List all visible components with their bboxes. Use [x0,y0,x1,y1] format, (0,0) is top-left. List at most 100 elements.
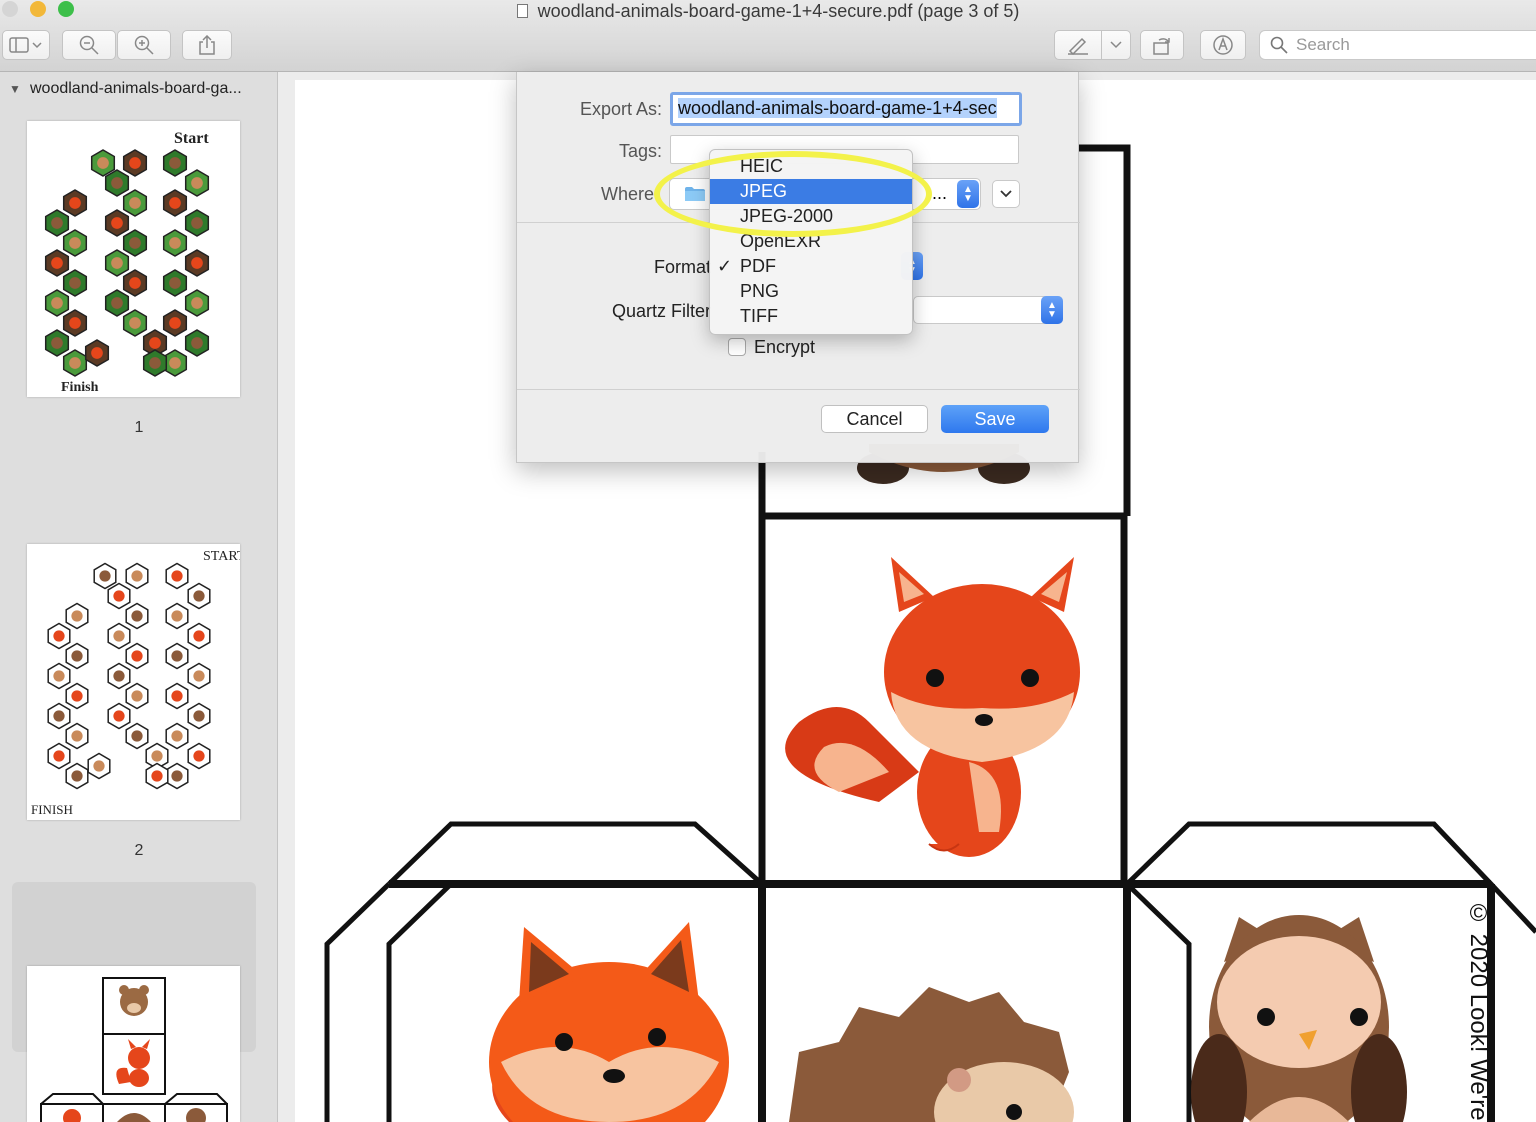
owl-illustration [1191,915,1407,1122]
board-animal-token [97,157,109,169]
thumb1-start-label: Start [174,130,209,147]
window-title: woodland-animals-board-game-1+4-secure.p… [0,1,1536,22]
rotate-icon [1153,38,1170,55]
disclosure-triangle-icon[interactable]: ▼ [0,82,30,96]
format-label: Format [653,257,711,277]
board-animal-token [169,357,181,369]
export-as-field[interactable]: woodland-animals-board-game-1+4-sec [670,92,1022,126]
board-animal-token [69,317,81,329]
board-animal-token [131,690,143,702]
board-animal-token [51,217,63,229]
sidebar-document-name: woodland-animals-board-ga... [30,80,242,97]
rotate-button[interactable] [1140,30,1184,60]
pdf-document-icon [516,4,528,18]
board-animal-token [191,217,203,229]
where-value: ... [932,183,948,203]
board-animal-token [193,710,205,722]
share-icon [199,35,215,55]
zoom-in-icon [134,35,154,55]
where-expand-button[interactable] [992,180,1020,208]
toolbar: woodland-animals-board-game-1+4-secure.p… [0,0,1536,72]
page-number-1: 1 [134,419,144,436]
board-animal-token [171,570,183,582]
encrypt-label: Encrypt [754,337,816,357]
board-animal-token [69,197,81,209]
board-animal-token [129,197,141,209]
page-thumbnail-1[interactable]: Start Finish [27,121,240,397]
preview-window: woodland-animals-board-game-1+4-secure.p… [0,0,1536,1122]
board-animal-token [71,730,83,742]
menu-item-tiff[interactable]: TIFF [710,304,912,329]
board-animal-token [53,750,65,762]
markup-button[interactable] [1054,30,1102,60]
board-animal-token [51,297,63,309]
thumb2-finish-label: FINISH [31,802,73,817]
page-thumbnail-2[interactable]: START FINISH [27,544,240,820]
board-animal-token [169,157,181,169]
board-animal-token [191,337,203,349]
encrypt-checkbox[interactable] [728,338,746,356]
chevron-down-icon: ▼ [963,193,973,204]
board-animal-token [193,590,205,602]
board-animal-token [171,730,183,742]
annotate-button[interactable] [1200,30,1246,60]
squirrel-illustration [785,557,1080,857]
board-animal-token [69,237,81,249]
menu-item-png[interactable]: PNG [710,279,912,304]
page-thumbnail-3[interactable] [27,966,240,1122]
board-animal-token [69,357,81,369]
board-animal-token [129,237,141,249]
board-animal-token [193,670,205,682]
board-animal-token [51,337,63,349]
export-as-label: Export As: [579,99,662,119]
menu-item-pdf[interactable]: ✓ PDF [710,254,912,279]
sidebar-toggle-button[interactable] [2,30,50,60]
board-animal-token [111,217,123,229]
share-button[interactable] [182,30,232,60]
board-animal-token [151,770,163,782]
search-field[interactable]: Search [1259,30,1536,60]
board-animal-token [111,177,123,189]
board-animal-token [71,610,83,622]
chevron-down-icon [1000,190,1012,198]
where-label: Where [600,184,654,204]
cancel-button[interactable]: Cancel [821,405,928,433]
thumb2-start-label: START [203,549,240,564]
sidebar-document-row[interactable]: ▼ woodland-animals-board-ga... [0,72,277,106]
where-stepper[interactable]: ▲ ▼ [957,180,979,208]
board-animal-token [91,347,103,359]
quartz-filter-stepper[interactable]: ▲ ▼ [1041,296,1063,324]
quartz-filter-label: Quartz Filter [611,301,711,321]
copyright-text: © 2020 Look! We're [1465,900,1492,1121]
hedgehog-illustration [789,987,1074,1122]
board-animal-token [169,197,181,209]
board-animal-token [171,690,183,702]
board-animal-token [191,177,203,189]
thumb2-board-art: START FINISH [31,549,240,817]
thumb1-finish-label: Finish [61,380,99,395]
save-button[interactable]: Save [941,405,1049,433]
board-animal-token [149,357,161,369]
board-animal-token [191,297,203,309]
zoom-out-button[interactable] [62,30,116,60]
board-animal-token [171,770,183,782]
zoom-in-button[interactable] [117,30,171,60]
board-animal-token [113,590,125,602]
board-animal-token [71,770,83,782]
board-animal-token [131,650,143,662]
markup-menu-button[interactable] [1101,30,1131,60]
board-animal-token [93,760,105,772]
board-animal-token [113,710,125,722]
board-animal-token [193,750,205,762]
board-animal-token [191,257,203,269]
board-animal-token [169,277,181,289]
thumb1-board-art: Start Finish [44,130,209,395]
board-animal-token [193,630,205,642]
zoom-out-icon [79,35,99,55]
board-animal-token [53,670,65,682]
board-animal-token [169,237,181,249]
board-animal-token [171,650,183,662]
tags-label: Tags: [618,141,662,161]
dialog-separator [517,389,1080,390]
board-animal-token [129,317,141,329]
